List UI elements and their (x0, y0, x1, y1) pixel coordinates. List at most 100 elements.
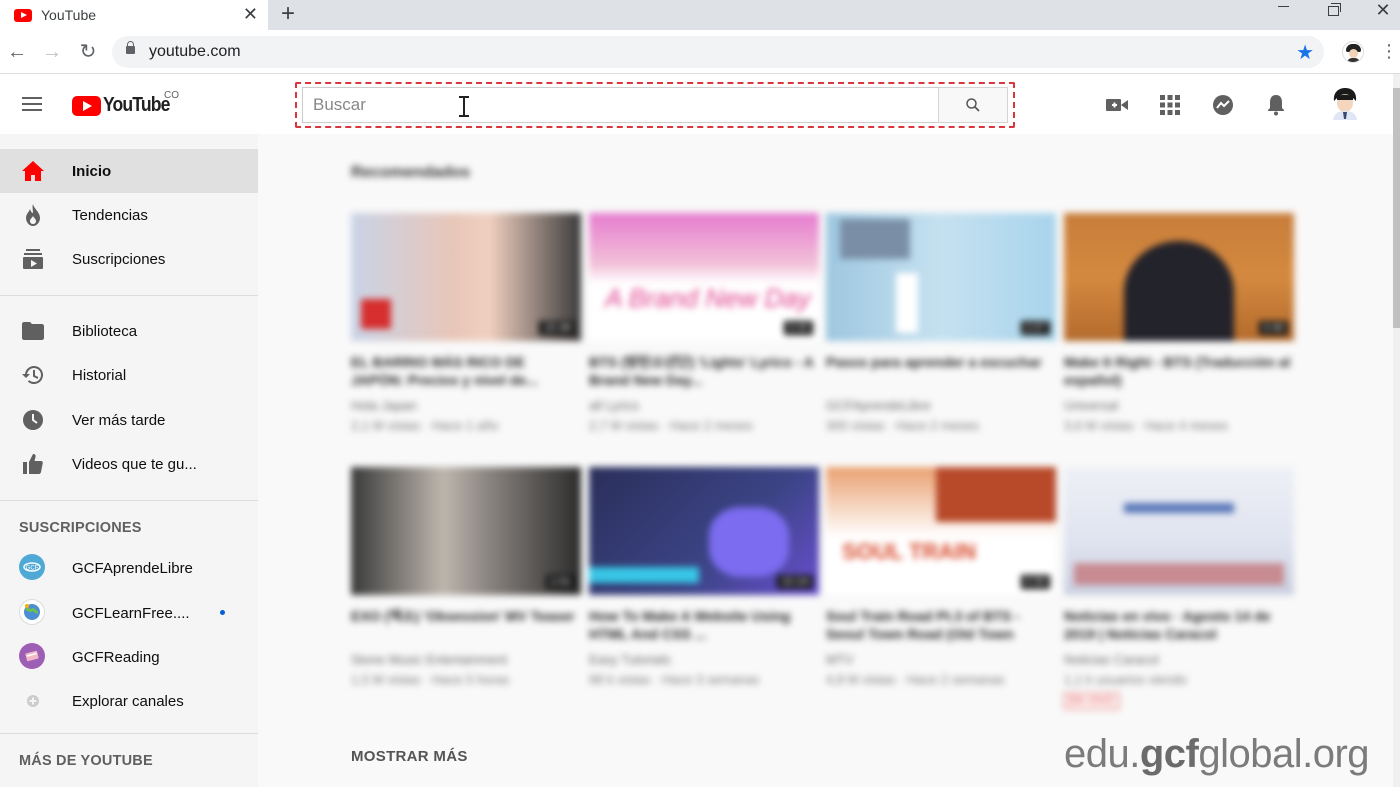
history-icon (21, 363, 45, 387)
video-duration: 2:07 (1020, 321, 1050, 335)
sidebar-item-biblioteca[interactable]: Biblioteca (0, 309, 258, 353)
video-meta: 98 k vistas · Hace 3 semanas (589, 672, 760, 687)
video-thumbnail[interactable]: 15:38 (351, 213, 581, 341)
window-close-button[interactable]: ✕ (1360, 0, 1400, 26)
sidebar-item-historial[interactable]: Historial (0, 353, 258, 397)
sidebar-channel-gcfreading[interactable]: GCFReading (0, 635, 258, 679)
channel-avatar: GCF (19, 554, 45, 580)
hamburger-menu-icon[interactable] (22, 97, 42, 111)
subscriptions-heading: SUSCRIPCIONES (19, 520, 142, 536)
browser-tabstrip: YouTube ✕ + ✕ (0, 0, 1400, 30)
sidebar-channel-gcfaprendelibre[interactable]: GCF GCFAprendeLibre (0, 546, 258, 590)
video-card[interactable]: 2:07 Pasos para aprender a escuchar GCFA… (826, 213, 1056, 433)
video-meta: 1,5 M vistas · Hace 5 horas (351, 672, 510, 687)
video-duration: 4:30 (1020, 575, 1050, 589)
create-video-icon[interactable] (1105, 93, 1129, 117)
video-duration: 22:24 (777, 575, 813, 589)
search-button[interactable] (938, 87, 1008, 123)
new-tab-button[interactable]: + (281, 1, 295, 27)
back-arrow-icon[interactable]: ← (6, 41, 28, 63)
video-thumbnail[interactable]: 22:24 (589, 467, 819, 595)
video-card[interactable]: 22:24 How To Make A Website Using HTML A… (589, 467, 819, 687)
video-channel[interactable]: GCFAprendeLibre (826, 398, 1056, 413)
tab-close-icon[interactable]: ✕ (243, 5, 258, 23)
video-title[interactable]: EL BARRIO MÁS RICO DE JAPÓN: Precios y n… (351, 353, 581, 389)
browser-tab-youtube[interactable]: YouTube ✕ (0, 0, 268, 30)
video-title[interactable]: Make It Right - BTS (Traducción al españ… (1064, 353, 1294, 389)
gcf-watermark: edu.gcfglobal.org (1064, 732, 1370, 777)
forward-arrow-icon[interactable]: → (41, 41, 63, 63)
apps-grid-icon[interactable] (1158, 93, 1182, 117)
user-avatar[interactable] (1331, 88, 1359, 120)
browser-menu-icon[interactable]: ⋮ (1380, 42, 1398, 60)
restore-icon (1327, 3, 1341, 16)
video-title[interactable]: Pasos para aprender a escuchar (826, 353, 1056, 389)
scrollbar-thumb[interactable] (1393, 88, 1400, 328)
text-cursor-icon (458, 96, 470, 118)
video-channel[interactable]: Universal (1064, 398, 1294, 413)
video-channel[interactable]: Hola Japan (351, 398, 581, 413)
video-card[interactable]: A Brand New Day 3:40 BTS (방탄소년단) 'Lights… (589, 213, 819, 433)
video-title[interactable]: How To Make A Website Using HTML And CSS… (589, 607, 819, 643)
video-title[interactable]: Noticias en vivo · Agosto 14 de 2019 | N… (1064, 607, 1294, 643)
sidebar-channel-gcflearnfree[interactable]: GCFLearnFree.... (0, 591, 258, 635)
video-thumbnail[interactable]: A Brand New Day 3:40 (589, 213, 819, 341)
lock-icon (126, 41, 135, 54)
video-title[interactable]: Soul Train Road Pt.3 of BTS - Seoul Town… (826, 607, 1056, 643)
show-more-button[interactable]: MOSTRAR MÁS (351, 748, 468, 765)
sidebar-item-label: Videos que te gu... (72, 456, 197, 473)
browser-profile-avatar[interactable] (1342, 41, 1364, 63)
sidebar-item-ver-mas-tarde[interactable]: Ver más tarde (0, 398, 258, 442)
sidebar-item-suscripciones[interactable]: Suscripciones (0, 237, 258, 281)
address-url[interactable]: youtube.com (149, 43, 241, 61)
subscriptions-icon (21, 247, 45, 271)
search-icon (966, 98, 980, 112)
video-thumbnail[interactable]: 2:07 (826, 213, 1056, 341)
search-input[interactable] (302, 87, 939, 123)
sidebar-divider (0, 500, 258, 501)
clock-icon (21, 408, 45, 432)
folder-icon (21, 319, 45, 343)
video-thumbnail[interactable]: 3:46 (1064, 213, 1294, 341)
video-channel[interactable]: all Lyrics (589, 398, 819, 413)
address-bar[interactable]: youtube.com ★ (112, 36, 1324, 68)
window-restore-button[interactable] (1310, 0, 1356, 26)
video-card[interactable]: 1:01 EXO (엑소) 'Obsession' MV Teaser Ston… (351, 467, 581, 687)
video-card[interactable]: SOUL TRAIN 4:30 Soul Train Road Pt.3 of … (826, 467, 1056, 687)
video-meta: 3,6 M vistas · Hace 4 meses (1064, 418, 1228, 433)
home-icon (21, 159, 45, 183)
reload-icon[interactable]: ↻ (77, 41, 99, 63)
video-thumbnail[interactable]: 1:01 (351, 467, 581, 595)
video-thumbnail[interactable]: SOUL TRAIN 4:30 (826, 467, 1056, 595)
sidebar-item-label: Historial (72, 367, 127, 384)
video-channel[interactable]: Stone Music Entertainment (351, 652, 581, 667)
sidebar-divider (0, 295, 258, 296)
video-channel[interactable]: MTV (826, 652, 1056, 667)
youtube-favicon-icon (14, 8, 32, 22)
video-thumbnail[interactable] (1064, 467, 1294, 595)
sidebar-item-inicio[interactable]: Inicio (0, 149, 258, 193)
video-card[interactable]: 15:38 EL BARRIO MÁS RICO DE JAPÓN: Preci… (351, 213, 581, 433)
video-channel[interactable]: Easy Tutorials (589, 652, 819, 667)
sidebar-item-explorar-canales[interactable]: Explorar canales (0, 679, 258, 723)
sidebar-item-tendencias[interactable]: Tendencias (0, 193, 258, 237)
flame-icon (21, 203, 45, 227)
sidebar-divider (0, 733, 258, 734)
video-title[interactable]: BTS (방탄소년단) 'Lights' Lyrics - A Brand Ne… (589, 353, 819, 389)
youtube-logo-text: YouTube (103, 94, 170, 116)
messages-icon[interactable] (1211, 93, 1235, 117)
video-card[interactable]: 3:46 Make It Right - BTS (Traducción al … (1064, 213, 1294, 433)
video-card[interactable]: Noticias en vivo · Agosto 14 de 2019 | N… (1064, 467, 1294, 709)
youtube-play-icon (72, 95, 101, 116)
page-scrollbar[interactable] (1393, 74, 1400, 787)
video-channel[interactable]: Noticias Caracol (1064, 652, 1294, 667)
country-code: CO (164, 90, 179, 101)
explore-channels-icon (21, 689, 45, 713)
video-meta: 300 vistas · Hace 2 meses (826, 418, 980, 433)
youtube-logo[interactable]: YouTube CO (72, 90, 179, 117)
sidebar-item-videos-que-te-gustan[interactable]: Videos que te gu... (0, 442, 258, 486)
bookmark-star-icon[interactable]: ★ (1296, 40, 1314, 65)
notifications-bell-icon[interactable] (1264, 93, 1288, 117)
window-minimize-button[interactable] (1260, 0, 1306, 26)
video-title[interactable]: EXO (엑소) 'Obsession' MV Teaser (351, 607, 581, 643)
